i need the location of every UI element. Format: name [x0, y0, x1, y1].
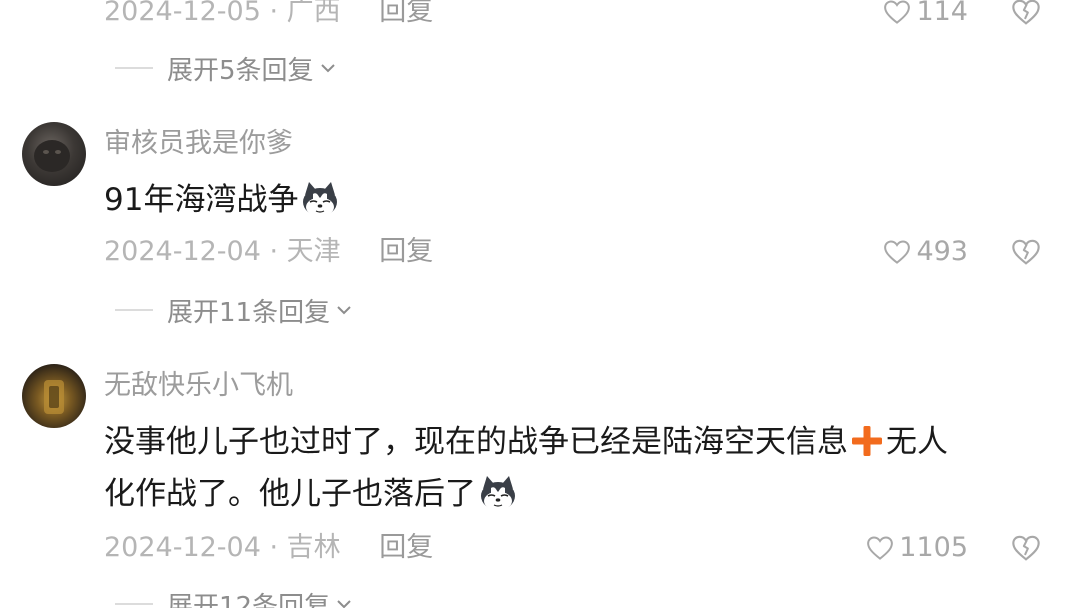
comment-text-line2: 化作战了。他儿子也落后了 [104, 476, 476, 512]
dislike-heart-icon[interactable] [1010, 0, 1042, 28]
dislike-heart-icon[interactable] [1010, 236, 1042, 268]
expand-replies-label: 展开12条回复 [167, 591, 331, 608]
chevron-down-icon [337, 600, 351, 608]
avatar[interactable] [22, 122, 86, 186]
like-count: 1105 [899, 532, 968, 563]
comment-text-line1: 没事他儿子也过时了，现在的战争已经是陆海空天信息 [104, 424, 848, 460]
divider-dash [115, 67, 153, 69]
like-button[interactable]: 114 [882, 0, 968, 32]
expand-replies-label: 展开11条回复 [167, 297, 331, 328]
dislike-heart-icon[interactable] [1010, 532, 1042, 564]
username[interactable]: 审核员我是你爹 [104, 124, 293, 164]
expand-replies-button[interactable]: 展开5条回复 [115, 48, 338, 88]
divider-dash [115, 603, 153, 605]
comment-meta: 2024-12-04 · 吉林 回复 1105 [104, 528, 1062, 568]
comment-date: 2024-12-04 · 吉林 [104, 532, 341, 563]
comment-text-line1-end: 无人 [886, 424, 948, 460]
like-count: 114 [916, 0, 968, 27]
avatar-image [34, 140, 70, 172]
comment-text-body: 91年海湾战争 [104, 182, 299, 218]
expand-replies-button[interactable]: 展开11条回复 [115, 290, 354, 330]
expand-replies-label: 展开5条回复 [167, 55, 314, 86]
comment-meta: 2024-12-05 · 广西 回复 114 [104, 0, 1062, 32]
divider-dash [115, 309, 153, 311]
comment-meta: 2024-12-04 · 天津 回复 493 [104, 232, 1062, 272]
avatar[interactable] [22, 364, 86, 428]
comment-date: 2024-12-04 · 天津 [104, 236, 341, 267]
chevron-down-icon [337, 306, 351, 315]
reply-button[interactable]: 回复 [379, 528, 433, 568]
plus-emoji [852, 426, 882, 456]
like-button[interactable]: 493 [882, 232, 968, 272]
comment-text: 91年海湾战争 [104, 174, 1054, 226]
like-count: 493 [916, 236, 968, 267]
comment-text: 没事他儿子也过时了，现在的战争已经是陆海空天信息 无人 化作战了。他儿子也落后了 [104, 416, 1054, 520]
reply-button[interactable]: 回复 [379, 232, 433, 272]
like-button[interactable]: 1105 [865, 528, 968, 568]
heart-icon [884, 0, 911, 24]
expand-replies-button[interactable]: 展开12条回复 [115, 584, 354, 608]
reply-button[interactable]: 回复 [379, 0, 433, 32]
comment-date: 2024-12-05 · 广西 [104, 0, 341, 27]
avatar-image [44, 380, 64, 414]
chevron-down-icon [320, 64, 335, 73]
heart-icon [867, 536, 894, 560]
husky-face-emoji [481, 476, 515, 511]
username[interactable]: 无敌快乐小飞机 [104, 366, 293, 406]
heart-icon [884, 240, 911, 264]
husky-face-emoji [303, 182, 338, 217]
comment-list: 2024-12-05 · 广西 回复 114 展开5条回复 审核员我是你爹 91… [0, 0, 1082, 608]
